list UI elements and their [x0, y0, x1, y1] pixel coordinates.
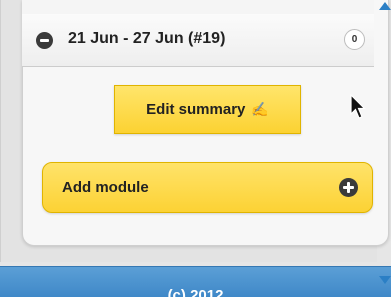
edit-summary-label: Edit summary [146, 101, 246, 118]
footer-bar: (c) 2012 [0, 266, 391, 297]
top-strip [22, 0, 374, 14]
minus-circle-icon[interactable] [36, 32, 53, 49]
scroll-down-icon[interactable] [379, 276, 391, 284]
pencil-icon: ✍ [251, 101, 269, 117]
week-title: 21 Jun - 27 Jun (#19) [68, 30, 226, 47]
mouse-cursor-icon [350, 94, 366, 119]
plus-circle-icon [339, 178, 358, 197]
footer-copyright: (c) 2012 [167, 287, 224, 297]
week-header[interactable]: 21 Jun - 27 Jun (#19) 0 [22, 14, 374, 67]
add-module-button[interactable]: Add module [42, 162, 373, 213]
edit-summary-button[interactable]: Edit summary ✍ [114, 85, 301, 134]
scroll-up-icon[interactable] [379, 2, 391, 10]
count-badge: 0 [344, 29, 365, 50]
add-module-label: Add module [62, 179, 149, 196]
